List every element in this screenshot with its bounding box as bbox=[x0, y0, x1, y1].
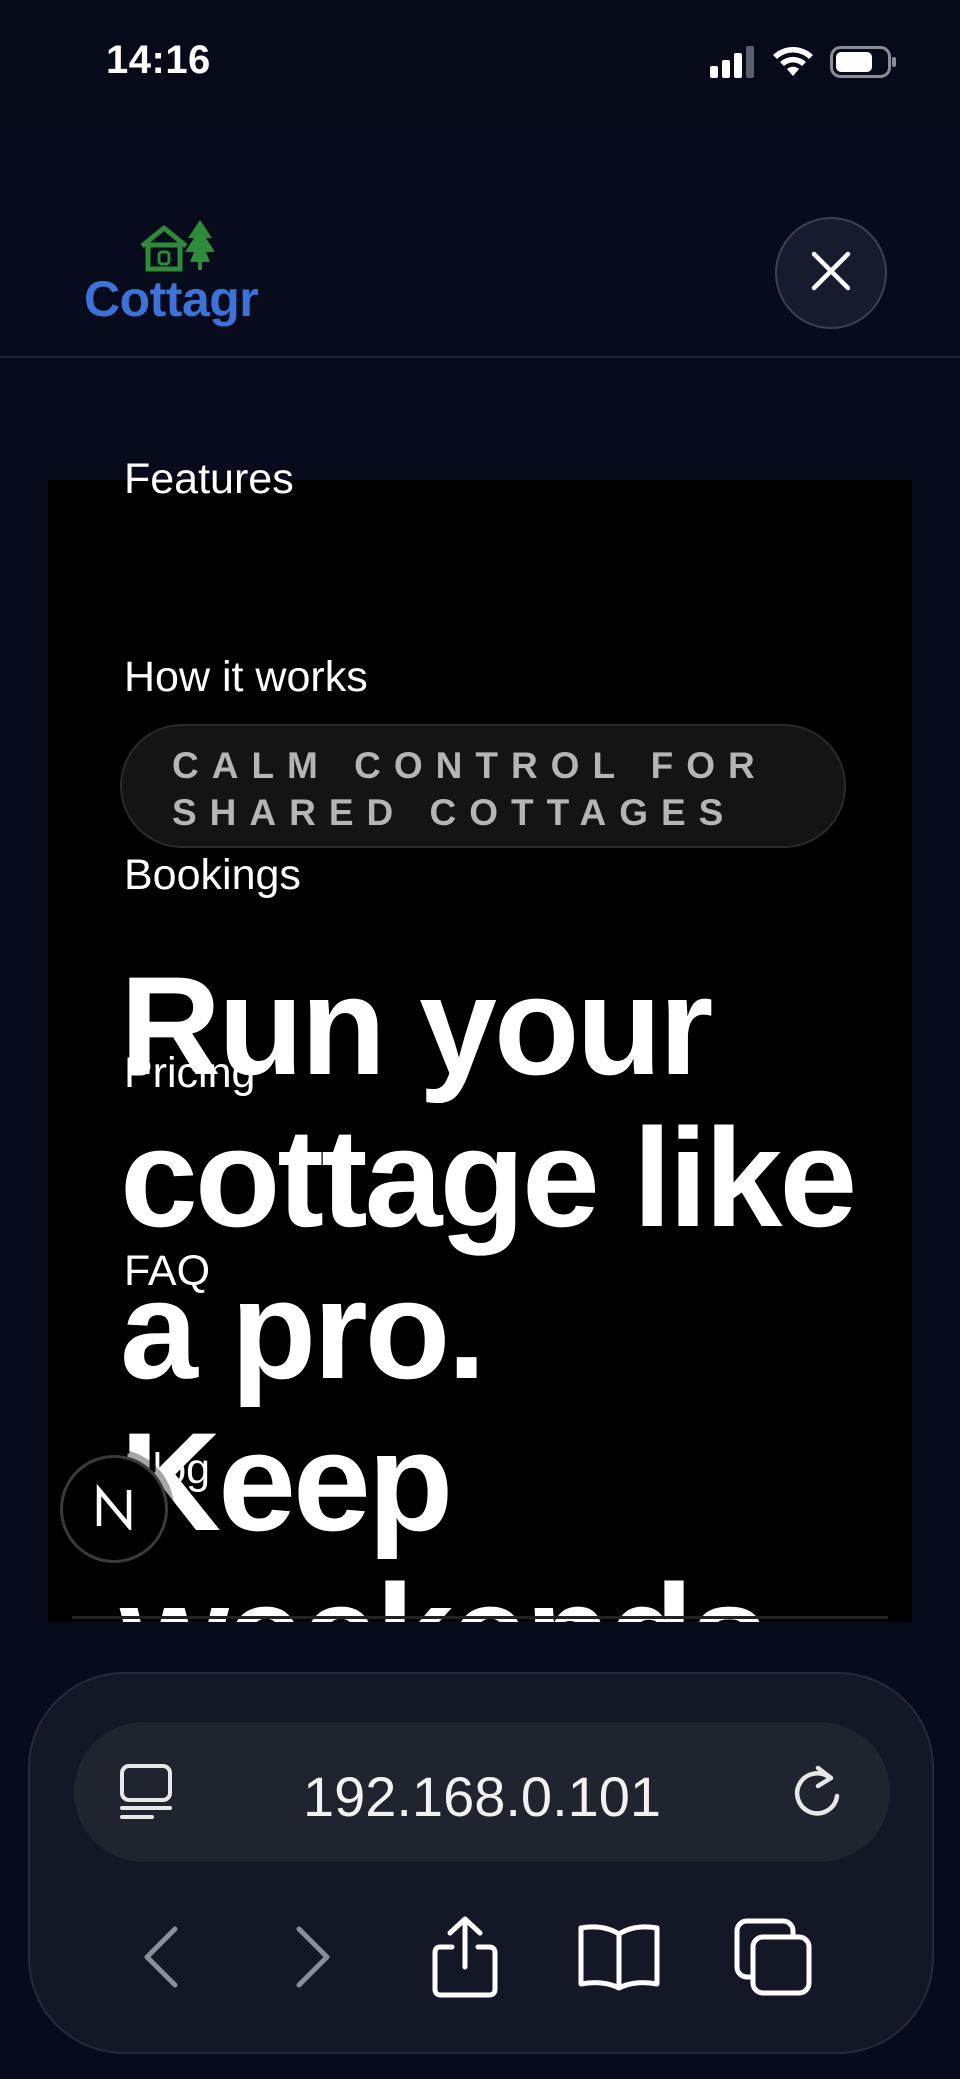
page: 14:16 Cottagr CALM CONTROL FOR SHARED CO… bbox=[0, 0, 960, 2079]
nav-link-how-it-works[interactable]: How it works bbox=[124, 653, 368, 702]
browser-nav-row bbox=[30, 1904, 936, 2024]
battery-icon bbox=[830, 46, 898, 83]
share-icon bbox=[430, 1915, 500, 2004]
back-button[interactable] bbox=[106, 1904, 216, 2014]
hero-eyebrow-line: SHARED COTTAGES bbox=[172, 792, 737, 833]
nav-link-bookings[interactable]: Bookings bbox=[124, 851, 301, 900]
hero-title-line: a pro. bbox=[120, 1251, 486, 1408]
tabs-button[interactable] bbox=[718, 1904, 828, 2014]
hero-title-line: weekends bbox=[120, 1558, 900, 1623]
nav-link-features[interactable]: Features bbox=[124, 455, 294, 504]
wifi-icon bbox=[772, 46, 814, 83]
back-icon bbox=[137, 1925, 185, 1994]
url-text: 192.168.0.101 bbox=[302, 1765, 662, 1828]
site-header: Cottagr bbox=[0, 130, 960, 358]
cottage-logo-icon bbox=[138, 218, 215, 277]
hero-eyebrow-line: CALM CONTROL FOR bbox=[172, 745, 768, 786]
browser-toolbar: 192.168.0.101 bbox=[28, 1672, 934, 2054]
book-icon bbox=[577, 1922, 661, 1997]
hero-divider bbox=[72, 1616, 888, 1619]
nav-link-faq[interactable]: FAQ bbox=[124, 1247, 210, 1296]
forward-button[interactable] bbox=[258, 1904, 368, 2014]
reload-icon[interactable] bbox=[790, 1762, 846, 1827]
logo-text: Cottagr bbox=[84, 271, 259, 327]
status-time: 14:16 bbox=[106, 38, 211, 82]
n-badge-icon bbox=[91, 1483, 137, 1535]
signal-icon bbox=[710, 46, 756, 83]
close-icon bbox=[810, 250, 852, 297]
status-icons bbox=[710, 46, 898, 83]
hero-title-line: cottage like bbox=[120, 1099, 857, 1256]
cottagr-logo[interactable]: Cottagr bbox=[84, 218, 274, 327]
share-button[interactable] bbox=[410, 1904, 520, 2014]
dev-tools-badge[interactable] bbox=[60, 1455, 168, 1563]
hero-title-line: Keep bbox=[120, 1403, 453, 1560]
bookmarks-button[interactable] bbox=[564, 1904, 674, 2014]
forward-icon bbox=[289, 1925, 337, 1994]
address-bar[interactable]: 192.168.0.101 bbox=[74, 1722, 890, 1862]
tabs-icon bbox=[733, 1917, 813, 2002]
status-bar: 14:16 bbox=[0, 0, 960, 130]
hero-eyebrow-chip: CALM CONTROL FOR SHARED COTTAGES bbox=[120, 724, 846, 848]
close-menu-button[interactable] bbox=[775, 217, 887, 329]
nav-link-pricing[interactable]: Pricing bbox=[124, 1049, 255, 1098]
